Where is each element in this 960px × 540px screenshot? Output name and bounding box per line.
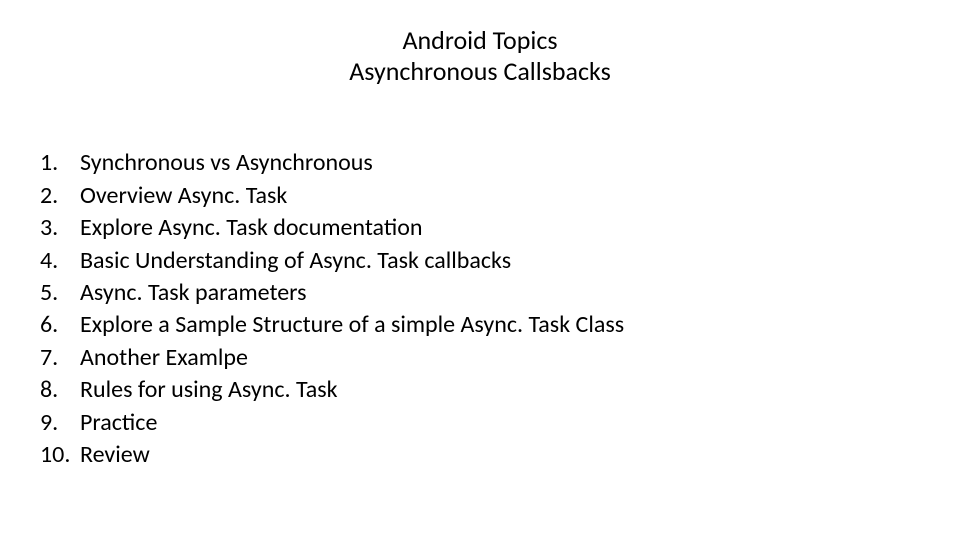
list-text: Async. Task parameters <box>80 277 920 309</box>
list-text: Another Examlpe <box>80 342 920 374</box>
list-number: 5. <box>40 277 80 309</box>
list-text: Explore Async. Task documentation <box>80 212 920 244</box>
list-text: Rules for using Async. Task <box>80 374 920 406</box>
list-text: Review <box>80 439 920 471</box>
list-item: 2. Overview Async. Task <box>40 180 920 212</box>
list-number: 2. <box>40 180 80 212</box>
list-item: 7. Another Examlpe <box>40 342 920 374</box>
list-item: 1. Synchronous vs Asynchronous <box>40 147 920 179</box>
list-item: 9. Practice <box>40 407 920 439</box>
list-number: 3. <box>40 212 80 244</box>
list-number: 10. <box>40 439 80 471</box>
list-text: Practice <box>80 407 920 439</box>
list-text: Overview Async. Task <box>80 180 920 212</box>
list-number: 1. <box>40 147 80 179</box>
list-number: 9. <box>40 407 80 439</box>
list-item: 3. Explore Async. Task documentation <box>40 212 920 244</box>
list-text: Basic Understanding of Async. Task callb… <box>80 245 920 277</box>
list-number: 7. <box>40 342 80 374</box>
list-item: 6. Explore a Sample Structure of a simpl… <box>40 309 920 341</box>
slide-header: Android Topics Asynchronous Callsbacks <box>40 25 920 87</box>
list-item: 10. Review <box>40 439 920 471</box>
numbered-list: 1. Synchronous vs Asynchronous 2. Overvi… <box>40 147 920 471</box>
title-line-2: Asynchronous Callsbacks <box>40 56 920 87</box>
list-number: 4. <box>40 245 80 277</box>
list-item: 4. Basic Understanding of Async. Task ca… <box>40 245 920 277</box>
list-number: 6. <box>40 309 80 341</box>
list-text: Explore a Sample Structure of a simple A… <box>80 309 920 341</box>
list-item: 8. Rules for using Async. Task <box>40 374 920 406</box>
title-line-1: Android Topics <box>40 25 920 56</box>
list-item: 5. Async. Task parameters <box>40 277 920 309</box>
list-number: 8. <box>40 374 80 406</box>
list-text: Synchronous vs Asynchronous <box>80 147 920 179</box>
